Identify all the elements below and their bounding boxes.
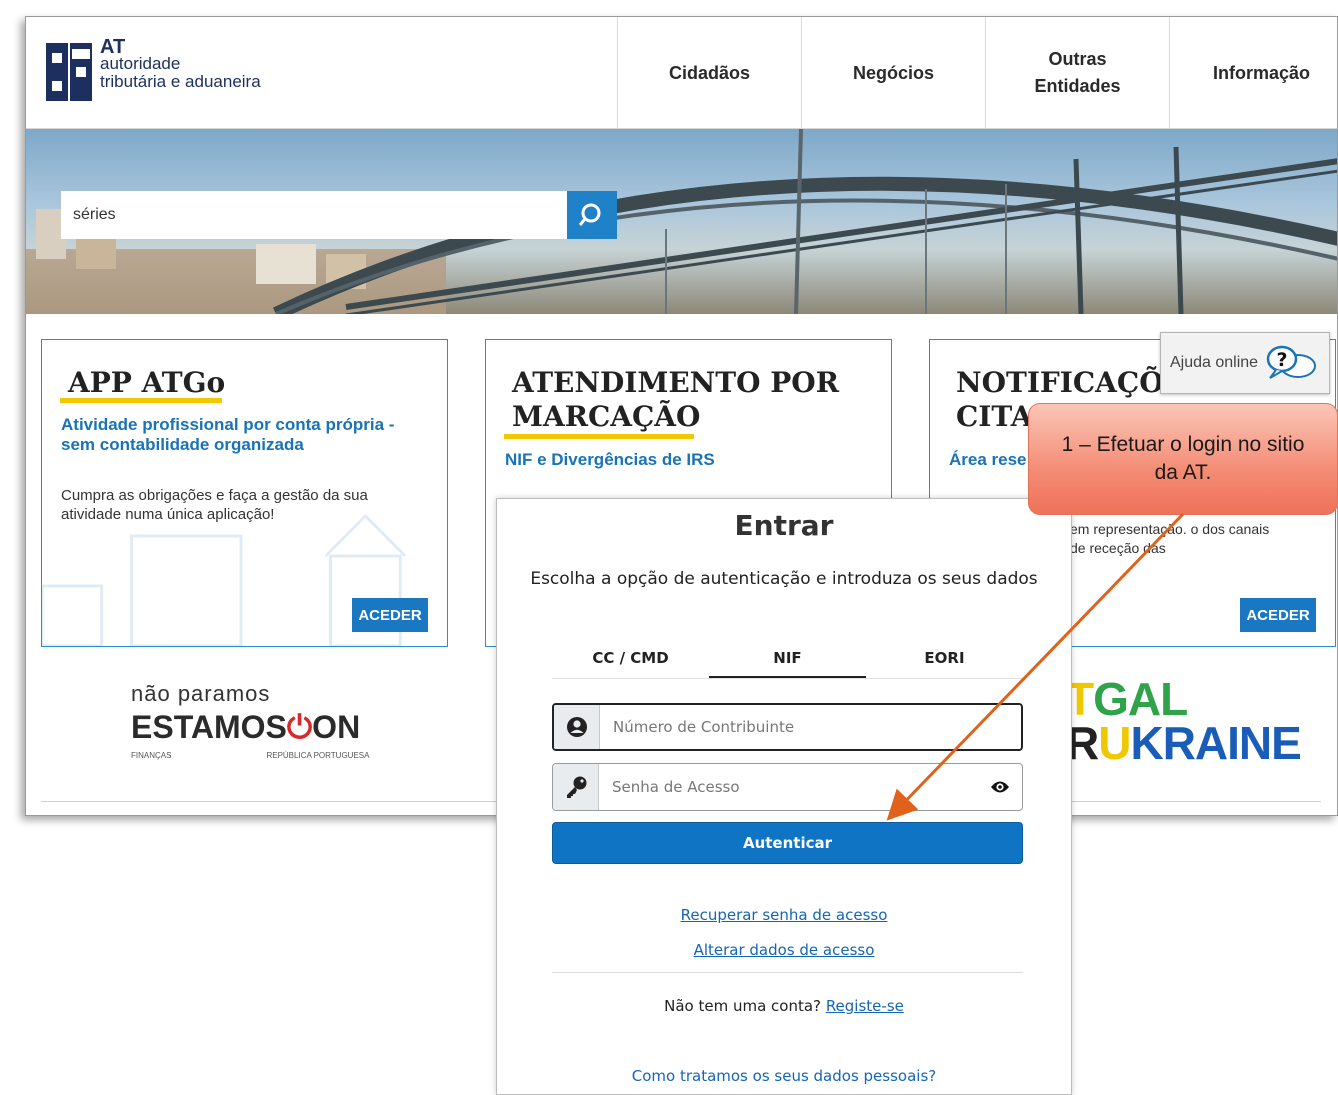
register-link[interactable]: Registe-se [826,997,904,1015]
auth-tabs: CC / CMD NIF EORI [552,639,1023,679]
card-title: APP ATGo [68,366,226,399]
nif-field [552,703,1023,751]
logo-abbr: AT [100,36,126,58]
nav-cidadaos[interactable]: Cidadãos [617,17,801,129]
tab-nif[interactable]: NIF [709,639,866,678]
tab-cc-cmd[interactable]: CC / CMD [552,639,709,678]
signup-prompt: Não tem uma conta? [664,997,822,1015]
estamos-foot2: REPÚBLICA PORTUGUESA [266,751,370,760]
at-emblem-icon [44,39,94,105]
estamos-on-logo: não paramos ESTAMOS⏻ON FINANÇAS REPÚBLIC… [131,681,370,760]
nav-negocios[interactable]: Negócios [801,17,985,129]
ajuda-online-button[interactable]: Ajuda online ? [1160,332,1330,394]
title-underline [60,398,222,403]
estamos-foot1: FINANÇAS [131,751,172,760]
signup-row: Não tem uma conta? Registe-se [497,997,1071,1015]
privacy-link[interactable]: Como tratamos os seus dados pessoais? [497,1067,1071,1085]
site-header: AT autoridade tributária e aduaneira Cid… [26,17,1337,129]
portugal-ukraine-logo: TGAL RUKRAINE [1066,673,1302,769]
card-description: Cumpra as obrigações e faça a gestão da … [61,487,368,523]
logo-line1: autoridade [100,54,181,73]
site-search-input[interactable] [61,191,567,239]
key-icon [553,764,599,810]
divider [552,972,1023,973]
help-chat-icon: ? [1266,345,1317,379]
estamos-line2b: ON [312,709,361,745]
title-underline [504,434,694,439]
nav-informacao[interactable]: Informação [1169,17,1337,129]
modal-description: Escolha a opção de autenticação e introd… [530,569,1038,589]
password-field [552,763,1023,811]
modal-title: Entrar [734,509,834,542]
tab-eori[interactable]: EORI [866,639,1023,678]
autenticar-button[interactable]: Autenticar [552,822,1023,864]
instruction-callout: 1 – Efetuar o login no sitio da AT. [1028,403,1338,515]
change-access-link[interactable]: Alterar dados de acesso [497,941,1071,959]
hero-banner [26,129,1337,314]
help-label: Ajuda online [1170,354,1259,371]
nif-input[interactable] [600,705,1021,749]
aceder-button[interactable]: ACEDER [1240,598,1316,632]
search-icon[interactable] [567,191,617,239]
main-nav: Cidadãos Negócios Outras Entidades Infor… [617,17,1337,129]
estamos-line1: não paramos [131,681,271,706]
user-icon [554,705,600,749]
login-modal: Entrar Escolha a opção de autenticação e… [496,498,1072,1095]
estamos-line2a: ESTAMOS [131,709,287,745]
show-password-eye-icon[interactable] [978,780,1022,794]
card-description: em representação. o dos canais de receçã… [1070,521,1270,556]
password-input[interactable] [599,764,978,810]
nav-outras-entidades[interactable]: Outras Entidades [985,17,1169,129]
logo-line2: tributária e aduaneira [100,72,261,91]
card-app-atgo[interactable]: APP ATGo Atividade profissional por cont… [41,339,448,647]
card-title: ATENDIMENTO POR MARCAÇÃO [512,366,839,433]
at-logo[interactable]: AT autoridade tributária e aduaneira [44,36,261,105]
card-subtitle: Atividade profissional por conta própria… [61,415,395,454]
svg-text:?: ? [1277,349,1288,371]
card-subtitle: NIF e Divergências de IRS [505,450,715,469]
aceder-button[interactable]: ACEDER [352,598,428,632]
card-subtitle: Área rese [949,450,1027,469]
recover-password-link[interactable]: Recuperar senha de acesso [497,906,1071,924]
ukraine-line2b: KRAINE [1130,717,1301,769]
